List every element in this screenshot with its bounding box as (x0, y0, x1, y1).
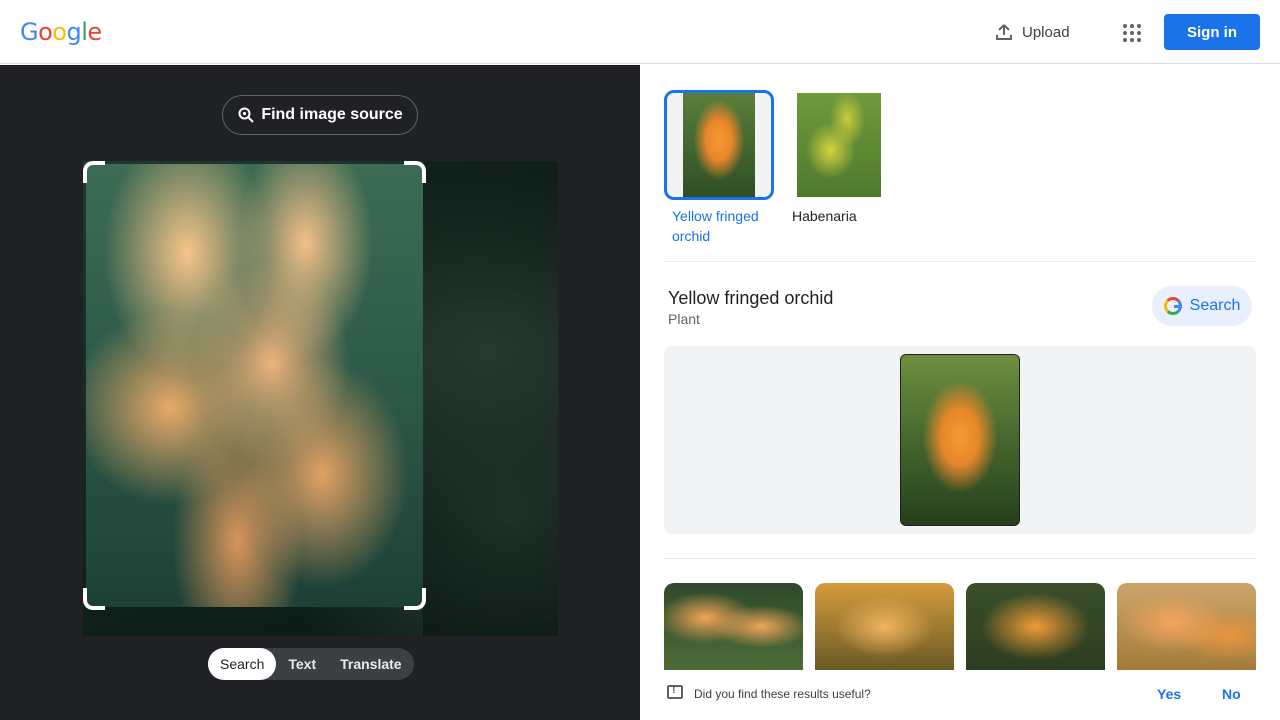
feedback-yes-button[interactable]: Yes (1157, 686, 1181, 702)
orchid-image (683, 93, 755, 197)
google-g-icon (1163, 297, 1182, 315)
entity-title: Yellow fringed orchid (668, 288, 834, 308)
result-chip-yellow-fringed-orchid[interactable]: Yellow fringed orchid (664, 90, 774, 246)
crop-handle-top-right[interactable] (404, 161, 426, 183)
logo-letter: g (66, 18, 82, 46)
chip-label: Yellow fringed orchid (672, 208, 759, 244)
feedback-icon (667, 684, 683, 699)
chip-thumbnail (664, 90, 774, 200)
entity-image-card (664, 346, 1256, 534)
image-viewer-panel: Find image source Search Text Translate (0, 65, 640, 720)
tab-search[interactable]: Search (208, 648, 277, 680)
tab-translate[interactable]: Translate (328, 648, 413, 680)
visual-match-image[interactable] (664, 583, 803, 670)
chip-label: Habenaria (792, 208, 857, 224)
lens-search-icon (238, 107, 255, 123)
tab-text[interactable]: Text (276, 648, 328, 680)
logo-letter: o (52, 18, 67, 46)
orchid-image (797, 93, 881, 197)
visual-match-image[interactable] (966, 583, 1105, 670)
crop-selection[interactable] (86, 164, 423, 607)
results-panel: Yellow fringed orchid Habenaria Yellow f… (640, 65, 1280, 720)
upload-button[interactable]: Upload (984, 14, 1080, 50)
entity-search-label: Search (1189, 297, 1241, 314)
upload-label: Upload (1022, 23, 1070, 41)
upload-icon (996, 24, 1012, 40)
visual-match-image[interactable] (1117, 583, 1256, 670)
feedback-no-button[interactable]: No (1222, 686, 1241, 702)
divider (664, 558, 1256, 559)
entity-type: Plant (668, 311, 700, 327)
mode-switcher: Search Text Translate (208, 648, 414, 680)
crop-handle-top-left[interactable] (83, 161, 105, 183)
logo-letter: o (38, 18, 53, 46)
entity-search-button[interactable]: Search (1152, 286, 1252, 326)
sign-in-button[interactable]: Sign in (1164, 14, 1260, 50)
divider (664, 261, 1256, 262)
outside-crop-dim (423, 161, 558, 636)
find-image-source-button[interactable]: Find image source (222, 95, 418, 135)
uploaded-image (83, 161, 558, 636)
apps-grid-icon[interactable] (1116, 16, 1148, 48)
crop-handle-bottom-right[interactable] (404, 588, 426, 610)
google-logo[interactable]: Google (20, 18, 102, 46)
feedback-question: Did you find these results useful? (694, 687, 871, 701)
result-chip-habenaria[interactable]: Habenaria (784, 90, 894, 226)
find-source-label: Find image source (261, 106, 403, 123)
logo-letter: e (87, 18, 102, 46)
chip-thumbnail (784, 90, 894, 200)
feedback-bar: Did you find these results useful? Yes N… (640, 671, 1280, 720)
entity-image[interactable] (900, 354, 1020, 526)
logo-letter: G (20, 18, 39, 46)
visual-match-image[interactable] (815, 583, 954, 670)
crop-handle-bottom-left[interactable] (83, 588, 105, 610)
top-bar: Google Upload Sign in (0, 0, 1280, 64)
